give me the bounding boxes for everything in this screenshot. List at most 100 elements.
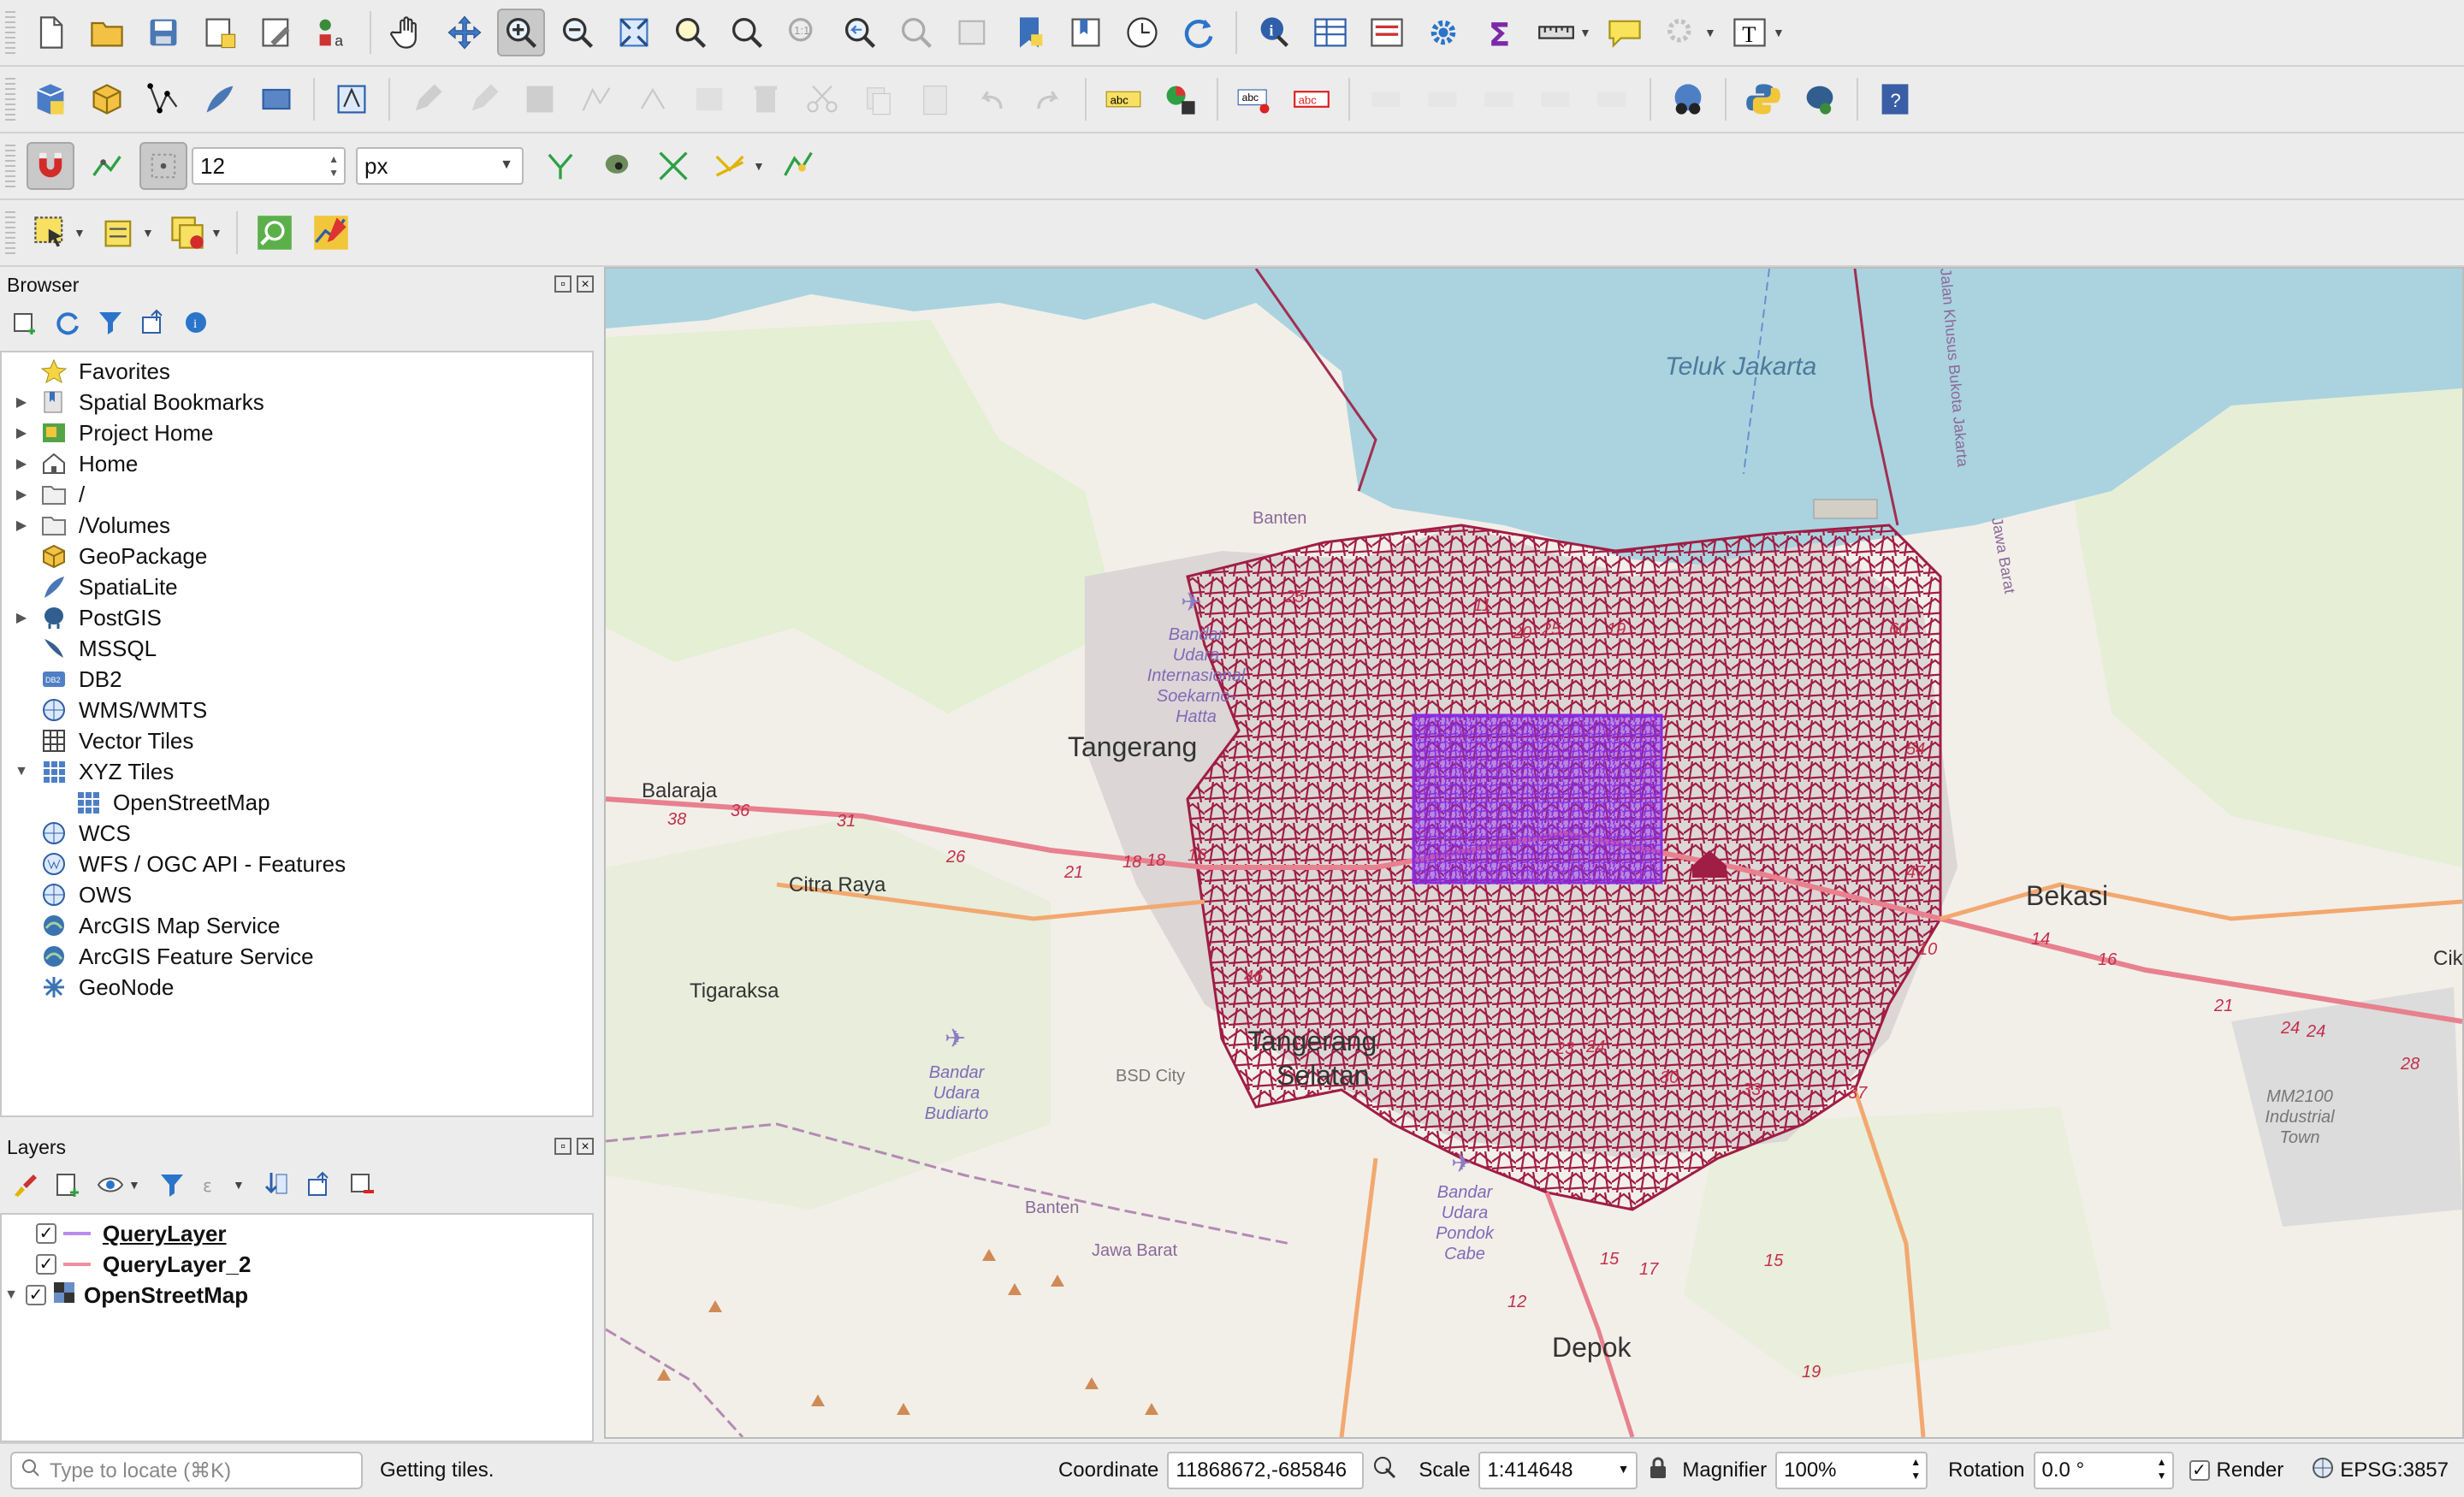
browser-item-favorites[interactable]: Favorites (2, 356, 592, 387)
toolbar-handle[interactable] (5, 145, 15, 187)
filter-icon[interactable] (94, 306, 127, 339)
browser-item-wcs[interactable]: WCS (2, 818, 592, 849)
select-features-button[interactable] (27, 209, 74, 257)
new-map-view-button[interactable] (949, 9, 997, 56)
modify-attributes-button[interactable] (685, 75, 733, 123)
browser-item-vector-tiles[interactable]: Vector Tiles (2, 725, 592, 756)
eye-icon[interactable] (94, 1169, 127, 1201)
new-print-layout-button[interactable] (196, 9, 244, 56)
chevron-down-icon[interactable]: ▼ (753, 159, 765, 173)
move-label-button[interactable] (1476, 75, 1524, 123)
layer-visibility-checkbox[interactable]: ✓ (36, 1223, 56, 1244)
delete-selected-button[interactable] (742, 75, 790, 123)
refresh-icon[interactable] (51, 306, 84, 339)
locator-search-button[interactable] (251, 209, 299, 257)
self-snapping-button[interactable] (706, 142, 754, 190)
open-project-button[interactable] (83, 9, 131, 56)
pin-unpin-labels-button[interactable] (1363, 75, 1411, 123)
chevron-down-icon[interactable]: ▼ (233, 1178, 245, 1192)
help-button[interactable]: ? (1871, 75, 1919, 123)
text-annotation-button[interactable]: T (1726, 9, 1774, 56)
rotate-label-button[interactable] (1532, 75, 1580, 123)
chevron-right-icon[interactable]: ▶ (12, 455, 31, 472)
mouse-coord-toggle-icon[interactable] (1372, 1455, 1398, 1487)
enable-snapping-button[interactable] (27, 142, 74, 190)
chevron-right-icon[interactable]: ▶ (12, 486, 31, 503)
spin-arrows-icon[interactable]: ▲ ▼ (1910, 1455, 1921, 1482)
style-brush-icon[interactable] (9, 1169, 41, 1201)
label-tool-button[interactable]: abc (1288, 75, 1336, 123)
metasearch-button[interactable] (1664, 75, 1712, 123)
copy-features-button[interactable] (855, 75, 903, 123)
open-attribute-table-button[interactable] (1306, 9, 1354, 56)
layer-labeling-button[interactable]: abc (1099, 75, 1147, 123)
pan-map-button[interactable] (384, 9, 432, 56)
new-bookmark-button[interactable] (1005, 9, 1053, 56)
db-manager-button[interactable] (1796, 75, 1844, 123)
chevron-right-icon[interactable]: ▶ (12, 424, 31, 441)
new-shapefile-layer-button[interactable] (139, 75, 187, 123)
layer-item-openstreetmap[interactable]: ▼ ✓ OpenStreetMap (2, 1280, 592, 1311)
new-geopackage-layer-button[interactable] (83, 75, 131, 123)
chevron-down-icon[interactable]: ▼ (142, 226, 154, 240)
browser-item-project-home[interactable]: ▶ Project Home (2, 417, 592, 448)
remove-layer-icon[interactable] (346, 1169, 378, 1201)
rotation-spinbox[interactable]: 0.0 ° ▲ ▼ (2033, 1452, 2174, 1489)
chevron-down-icon[interactable]: ▼ (12, 764, 31, 779)
expand-all-icon[interactable] (260, 1169, 293, 1201)
locator-search-field[interactable]: Type to locate (⌘K) (10, 1452, 363, 1489)
collapse-all-icon[interactable] (303, 1169, 335, 1201)
chevron-down-icon[interactable]: ▼ (2, 1287, 21, 1303)
browser-item-openstreetmap[interactable]: OpenStreetMap (2, 787, 592, 818)
save-edits-button[interactable] (516, 75, 564, 123)
browser-item-mssql[interactable]: MSSQL (2, 633, 592, 664)
browser-item-home[interactable]: ▶ Home (2, 448, 592, 479)
zoom-full-button[interactable] (610, 9, 658, 56)
snapping-layers-button[interactable] (83, 142, 131, 190)
new-spatialite-layer-button[interactable] (196, 75, 244, 123)
toolbar-handle[interactable] (5, 11, 15, 54)
temporal-controller-button[interactable] (1118, 9, 1166, 56)
zoom-to-selection-button[interactable] (666, 9, 714, 56)
chevron-down-icon[interactable]: ▼ (210, 226, 222, 240)
browser-item-volumes[interactable]: ▶ /Volumes (2, 510, 592, 541)
zoom-to-layer-button[interactable] (723, 9, 771, 56)
chevron-down-icon[interactable]: ▼ (74, 226, 86, 240)
close-icon[interactable]: × (577, 275, 594, 293)
browser-item-arcgis-feature-service[interactable]: ArcGIS Feature Service (2, 941, 592, 972)
browser-item-ows[interactable]: OWS (2, 879, 592, 910)
pan-to-selection-button[interactable] (441, 9, 489, 56)
toggle-editing-button[interactable] (459, 75, 507, 123)
processing-toolbox-button[interactable] (1419, 9, 1467, 56)
zoom-native-resolution-button[interactable]: 1:1 (779, 9, 827, 56)
layer-visibility-checkbox[interactable]: ✓ (36, 1254, 56, 1275)
measure-button[interactable] (1532, 9, 1580, 56)
settings-tool-button[interactable] (1657, 9, 1705, 56)
browser-item-root[interactable]: ▶ / (2, 479, 592, 510)
browser-item-wms-wmts[interactable]: WMS/WMTS (2, 695, 592, 725)
field-calculator-button[interactable]: Σ (1476, 9, 1524, 56)
undo-button[interactable] (968, 75, 1016, 123)
show-bookmarks-button[interactable] (1062, 9, 1110, 56)
browser-item-arcgis-map-service[interactable]: ArcGIS Map Service (2, 910, 592, 941)
filter-expression-icon[interactable]: ε (198, 1169, 231, 1201)
save-project-button[interactable] (139, 9, 187, 56)
new-virtual-layer-button[interactable] (252, 75, 300, 123)
layout-manager-button[interactable] (252, 9, 300, 56)
snapping-type-button[interactable] (139, 142, 187, 190)
toolbar-handle[interactable] (5, 211, 15, 254)
add-group-icon[interactable] (51, 1169, 84, 1201)
browser-item-spatialite[interactable]: SpatiaLite (2, 571, 592, 602)
map-canvas[interactable]: ✈ ✈ ✈ Teluk Jakarta Tangerang Balaraja C… (604, 267, 2464, 1439)
tracing-button[interactable] (774, 142, 822, 190)
toolbar-handle[interactable] (5, 78, 15, 121)
style-manager-button[interactable]: a (309, 9, 357, 56)
layer-item-querylayer-2[interactable]: ✓ QueryLayer_2 (2, 1249, 592, 1280)
layer-item-querylayer[interactable]: ✓ QueryLayer (2, 1218, 592, 1249)
coordinate-field[interactable]: 11868672,-685846 (1167, 1452, 1365, 1489)
zoom-in-button[interactable] (497, 9, 545, 56)
browser-item-spatial-bookmarks[interactable]: ▶ Spatial Bookmarks (2, 387, 592, 417)
browser-item-postgis[interactable]: ▶ PostGIS (2, 602, 592, 633)
new-temporary-layer-button[interactable] (328, 75, 376, 123)
chevron-right-icon[interactable]: ▶ (12, 609, 31, 626)
